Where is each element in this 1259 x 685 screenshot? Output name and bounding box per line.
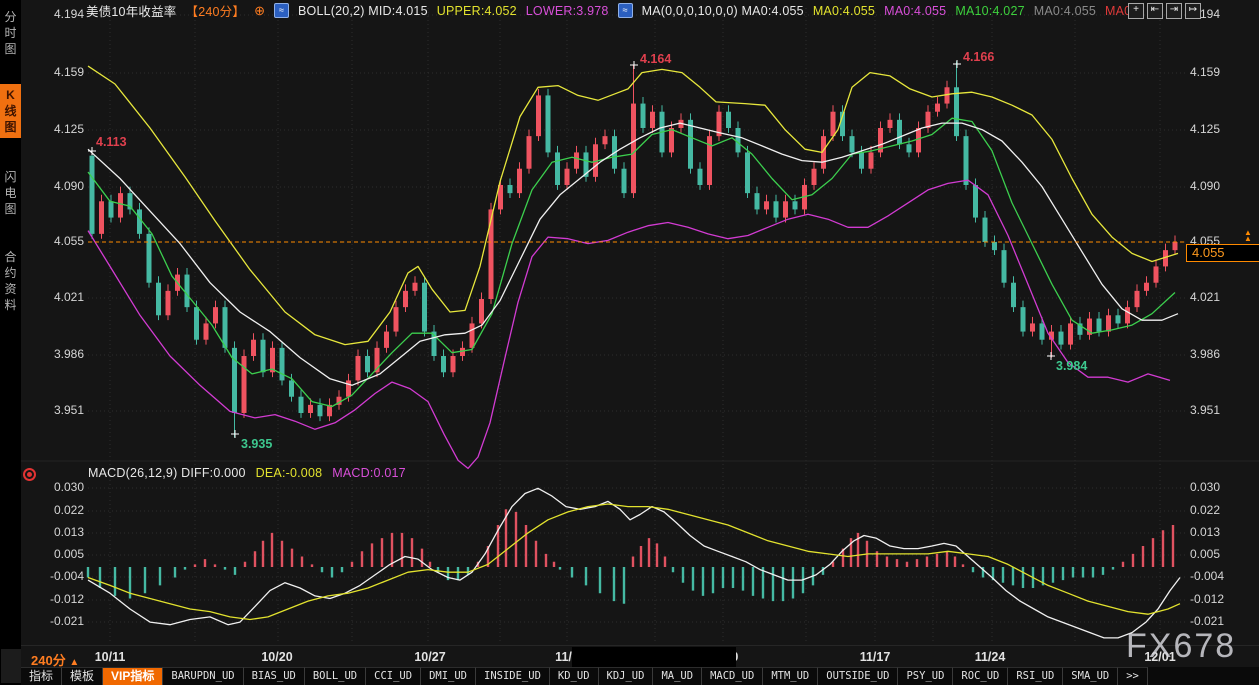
right-axis-label: -0.004 (1190, 569, 1258, 583)
ma0-magenta-value: MA0:4.055 (884, 4, 946, 18)
chart-canvas[interactable]: 4.113 4.164 4.166 3.935 3.984 (0, 0, 1259, 685)
scale-right-icon[interactable]: ⇥ (1166, 3, 1182, 19)
indicator-tabbar: 指标模板VIP指标BARUPDN_UDBIAS_UDBOLL_UDCCI_UDD… (21, 667, 1259, 685)
right-axis-label: 0.022 (1190, 503, 1258, 517)
tab-模板[interactable]: 模板 (62, 667, 103, 685)
tab-sma_ud[interactable]: SMA_UD (1063, 667, 1118, 685)
chart-icon[interactable]: ≈ (618, 3, 633, 18)
left-axis-label: 0.030 (0, 480, 84, 494)
tab-kd_ud[interactable]: KD_UD (550, 667, 599, 685)
last-price-value: 4.055 (1192, 245, 1225, 260)
tab-kdj_ud[interactable]: KDJ_UD (599, 667, 654, 685)
ma0-gray-value: MA0:4.055 (1034, 4, 1096, 18)
macd-histogram (88, 509, 1173, 603)
left-axis-label: 0.022 (0, 503, 84, 517)
svg-text:3.935: 3.935 (241, 437, 272, 451)
svg-text:3.984: 3.984 (1056, 359, 1087, 373)
tab-outside_ud[interactable]: OUTSIDE_UD (818, 667, 898, 685)
tab-barupdn_ud[interactable]: BARUPDN_UD (163, 667, 243, 685)
left-axis-label: 4.021 (0, 290, 84, 304)
boll-lower-value: LOWER:3.978 (526, 4, 609, 18)
left-axis-label: 4.055 (0, 234, 84, 248)
price-marker-icon: ▲ ▲ (1244, 230, 1252, 242)
date-label: 11/17 (860, 650, 891, 664)
scale-left-icon[interactable]: ⇤ (1147, 3, 1163, 19)
right-axis-label: 4.090 (1190, 179, 1258, 193)
svg-text:4.166: 4.166 (963, 50, 994, 64)
right-axis-label: -0.012 (1190, 592, 1258, 606)
boll-lower-line (88, 180, 1170, 468)
tab-inside_ud[interactable]: INSIDE_UD (476, 667, 550, 685)
tab-mtm_ud[interactable]: MTM_UD (763, 667, 818, 685)
tab-ma_ud[interactable]: MA_UD (653, 667, 702, 685)
left-axis-label: 4.125 (0, 122, 84, 136)
tab-dmi_ud[interactable]: DMI_UD (421, 667, 476, 685)
tab-vip指标[interactable]: VIP指标 (103, 667, 163, 685)
date-label: 10/27 (414, 650, 445, 664)
ma0-yellow-value: MA0:4.055 (813, 4, 875, 18)
bottom-left-corner (1, 649, 21, 683)
left-axis-label: 3.951 (0, 403, 84, 417)
chart-title: 美债10年收益率 (86, 1, 177, 20)
macd-header: MACD(26,12,9) DIFF:0.000 DEA:-0.008 MACD:0… (88, 466, 406, 480)
svg-text:4.113: 4.113 (96, 135, 127, 149)
pan-right-icon[interactable]: ↦ (1185, 3, 1201, 19)
tab-rsi_ud[interactable]: RSI_UD (1008, 667, 1063, 685)
date-label: 11/24 (975, 650, 1006, 664)
overlay-patch (572, 647, 736, 667)
left-axis-label: 4.194 (0, 7, 84, 21)
tab-指标[interactable]: 指标 (21, 667, 62, 685)
watermark: FX678 (1126, 627, 1236, 666)
right-axis-label: -0.021 (1190, 614, 1258, 628)
boll-upper-value: UPPER:4.052 (437, 4, 517, 18)
move-icon[interactable]: + (1128, 3, 1144, 19)
right-axis-label: 0.013 (1190, 525, 1258, 539)
date-label: 10/11 (95, 650, 126, 664)
tab-boll_ud[interactable]: BOLL_UD (305, 667, 366, 685)
ma10-green-value: MA10:4.027 (955, 4, 1024, 18)
tab-psy_ud[interactable]: PSY_UD (898, 667, 953, 685)
date-label: 10/20 (261, 650, 292, 664)
interval-badge: 【240分】 (186, 1, 246, 20)
tab-macd_ud[interactable]: MACD_UD (702, 667, 763, 685)
right-axis-label: 3.986 (1190, 347, 1258, 361)
macd-dea-value: DEA:-0.008 (256, 466, 323, 480)
sidebar-item-flash-chart[interactable]: 闪 电 图 (0, 166, 21, 220)
indicator-settings-icon[interactable] (23, 468, 36, 481)
circle-plus-icon[interactable]: ⊕ (254, 4, 265, 17)
right-axis-label: 4.125 (1190, 122, 1258, 136)
tab-cci_ud[interactable]: CCI_UD (366, 667, 421, 685)
left-axis-label: 0.005 (0, 547, 84, 561)
left-axis-label: 4.090 (0, 179, 84, 193)
left-axis-label: 4.159 (0, 65, 84, 79)
left-axis-label: -0.004 (0, 569, 84, 583)
app-window: 4.1134.1644.1663.9353.984 分 时 图K 线 图闪 电 … (0, 0, 1259, 685)
right-axis-label: 0.005 (1190, 547, 1258, 561)
left-axis-label: 0.013 (0, 525, 84, 539)
right-axis-label: 4.021 (1190, 290, 1258, 304)
tab-roc_ud[interactable]: ROC_UD (953, 667, 1008, 685)
ma-params-value: MA(0,0,0,10,0,0) MA0:4.055 (642, 4, 804, 18)
tab--[interactable]: >> (1118, 667, 1148, 685)
boll-mid-value: BOLL(20,2) MID:4.015 (298, 4, 428, 18)
indicator-header: 美债10年收益率【240分】 ⊕ ≈ BOLL(20,2) MID:4.015 UPPE… (86, 2, 1135, 19)
time-axis: 240分 ▲ 10/1110/2010/2711/311/1011/1711/2… (21, 645, 1259, 668)
sidebar-item-contract-info[interactable]: 合 约 资 料 (0, 246, 21, 316)
right-axis-label: 4.159 (1190, 65, 1258, 79)
last-price-tag: 4.055 (1186, 244, 1259, 262)
left-axis-label: -0.012 (0, 592, 84, 606)
right-axis-label: 0.030 (1190, 480, 1258, 494)
chart-tool-buttons: +⇤⇥↦ (1128, 3, 1201, 19)
left-axis-label: -0.021 (0, 614, 84, 628)
chart-icon[interactable]: ≈ (274, 3, 289, 18)
left-axis-label: 3.986 (0, 347, 84, 361)
tab-bias_ud[interactable]: BIAS_UD (244, 667, 305, 685)
macd-diff-value: MACD(26,12,9) DIFF:0.000 (88, 466, 246, 480)
macd-macd-value: MACD:0.017 (332, 466, 406, 480)
right-axis-label: 3.951 (1190, 403, 1258, 417)
interval-label: 240分 (31, 653, 66, 668)
svg-text:4.164: 4.164 (640, 52, 671, 66)
